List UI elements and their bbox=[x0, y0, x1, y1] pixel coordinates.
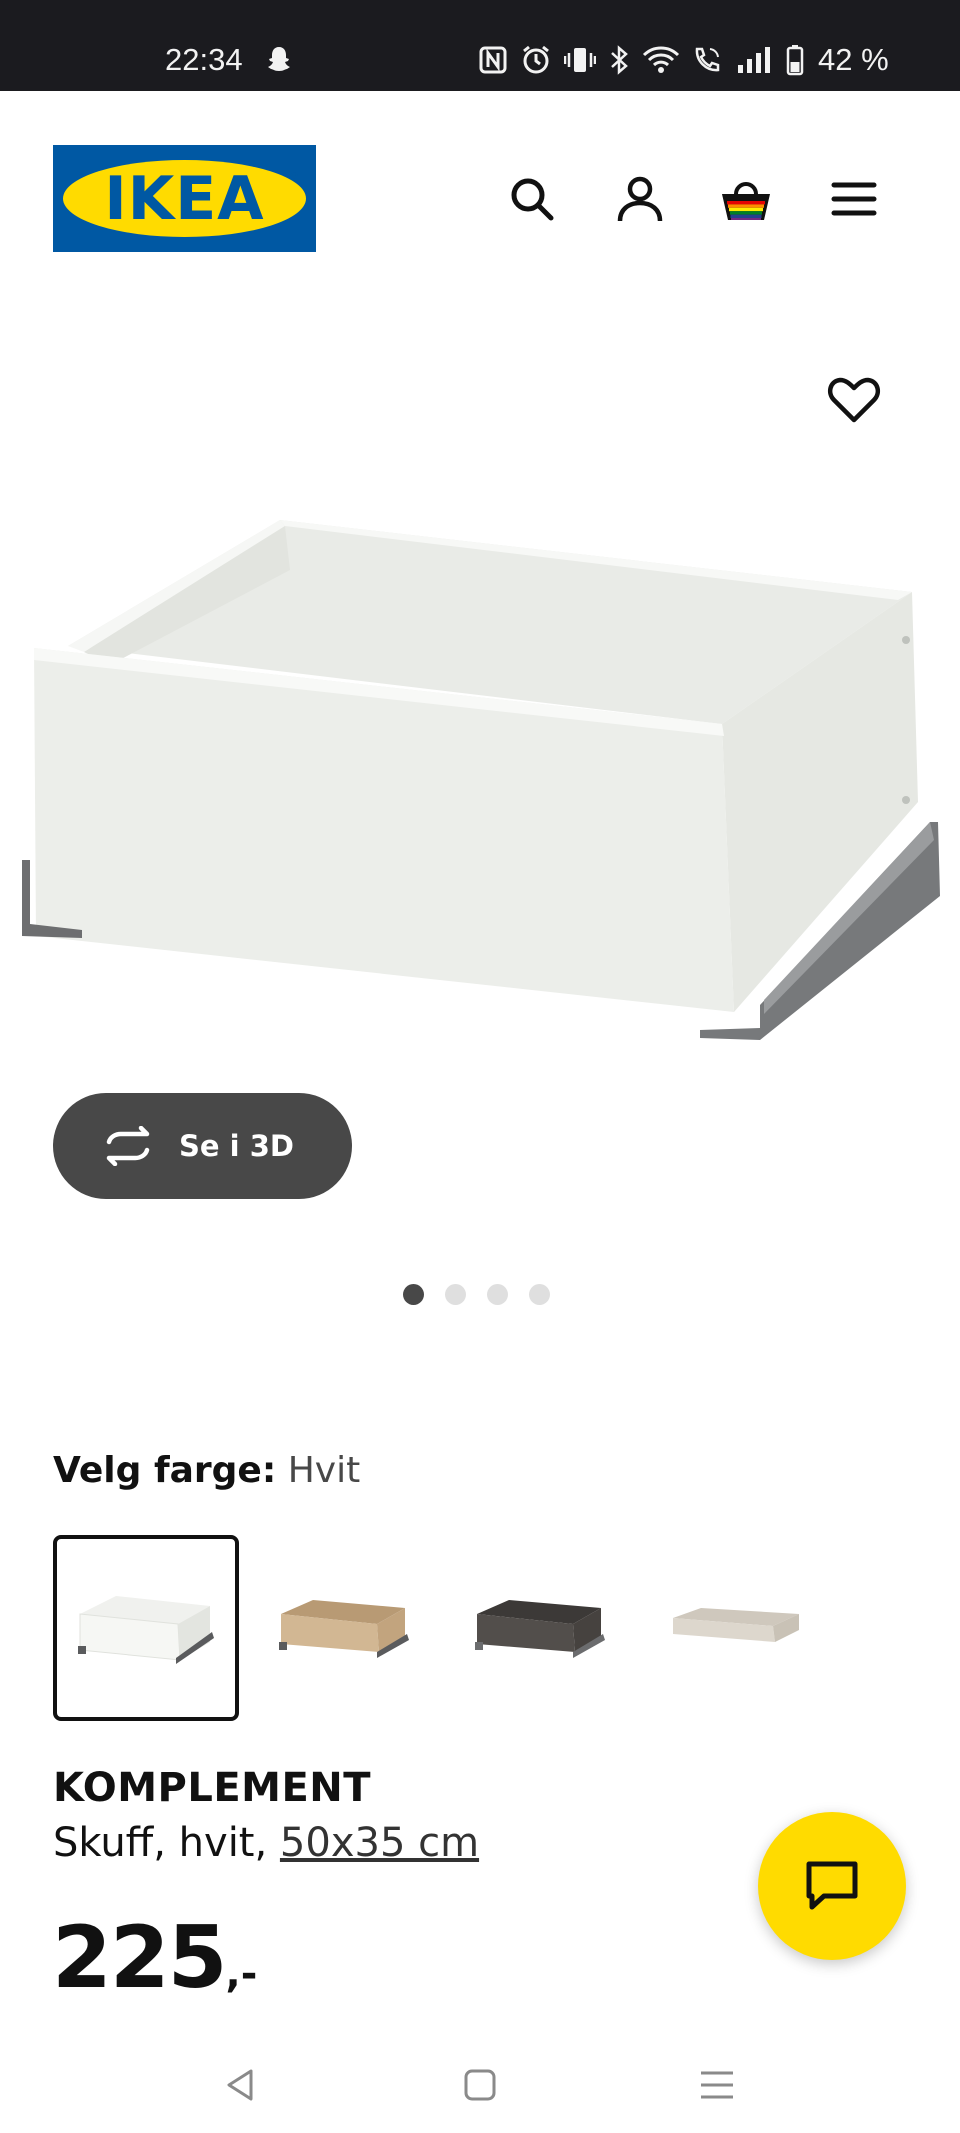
chat-icon bbox=[806, 1861, 858, 1910]
heart-icon[interactable] bbox=[826, 372, 882, 428]
snapchat-icon bbox=[268, 47, 290, 71]
price-integer: 225 bbox=[52, 1908, 228, 2008]
view-3d-label: Se i 3D bbox=[179, 1129, 294, 1163]
rotate-icon bbox=[106, 1126, 150, 1166]
swatch-image bbox=[78, 1596, 214, 1664]
chat-button[interactable] bbox=[758, 1812, 906, 1960]
volte-call-icon bbox=[695, 47, 720, 72]
menu-icon[interactable] bbox=[826, 171, 882, 227]
product-description: Skuff, hvit, 50x35 cm bbox=[53, 1820, 479, 1866]
color-picker-label: Velg farge: Hvit bbox=[53, 1450, 360, 1491]
battery-percent: 42 % bbox=[818, 42, 889, 77]
profile-icon[interactable] bbox=[612, 171, 668, 227]
system-navigation-bar bbox=[0, 2040, 960, 2133]
ikea-logo[interactable]: IKEA ® bbox=[53, 145, 316, 252]
status-time: 22:34 bbox=[165, 42, 243, 77]
product-description-text: Skuff, hvit, bbox=[53, 1820, 280, 1866]
status-bar: 22:34 42 % bbox=[0, 0, 960, 91]
color-swatch-hvit[interactable] bbox=[53, 1535, 239, 1721]
dimension-link[interactable]: 50x35 cm bbox=[280, 1820, 479, 1866]
alarm-icon bbox=[523, 45, 549, 74]
back-icon[interactable] bbox=[216, 2060, 266, 2110]
signal-icon bbox=[738, 47, 770, 73]
top-bar: IKEA ® bbox=[0, 91, 960, 252]
color-label-key: Velg farge: bbox=[53, 1450, 277, 1491]
wifi-icon bbox=[642, 46, 680, 73]
pagination-dot[interactable] bbox=[445, 1284, 466, 1305]
home-icon[interactable] bbox=[455, 2060, 505, 2110]
search-icon[interactable] bbox=[504, 171, 560, 227]
pagination-dot[interactable] bbox=[529, 1284, 550, 1305]
pagination-dot[interactable] bbox=[487, 1284, 508, 1305]
logo-text: IKEA bbox=[104, 163, 265, 234]
price-suffix: ,- bbox=[225, 1951, 258, 1997]
logo-registered-mark: ® bbox=[290, 171, 298, 182]
swatch-image bbox=[279, 1600, 409, 1658]
image-pagination bbox=[403, 1284, 550, 1305]
pagination-dot[interactable] bbox=[403, 1284, 424, 1305]
view-3d-button[interactable]: Se i 3D bbox=[53, 1093, 352, 1199]
cart-icon[interactable] bbox=[718, 171, 774, 227]
color-swatch-eik[interactable] bbox=[250, 1535, 436, 1721]
nfc-icon bbox=[479, 46, 507, 74]
product-image bbox=[22, 520, 940, 1040]
recents-icon[interactable] bbox=[692, 2060, 742, 2110]
color-selected-value: Hvit bbox=[287, 1450, 361, 1491]
bluetooth-icon bbox=[611, 45, 628, 75]
swatch-image bbox=[475, 1600, 605, 1658]
vibrate-icon bbox=[564, 48, 596, 72]
swatch-image bbox=[673, 1608, 799, 1642]
product-name: KOMPLEMENT bbox=[53, 1765, 372, 1811]
color-swatch-beige[interactable] bbox=[642, 1535, 828, 1721]
battery-icon bbox=[786, 45, 804, 76]
product-price: 225,- bbox=[52, 1908, 257, 2008]
color-swatch-mork-gra[interactable] bbox=[446, 1535, 632, 1721]
